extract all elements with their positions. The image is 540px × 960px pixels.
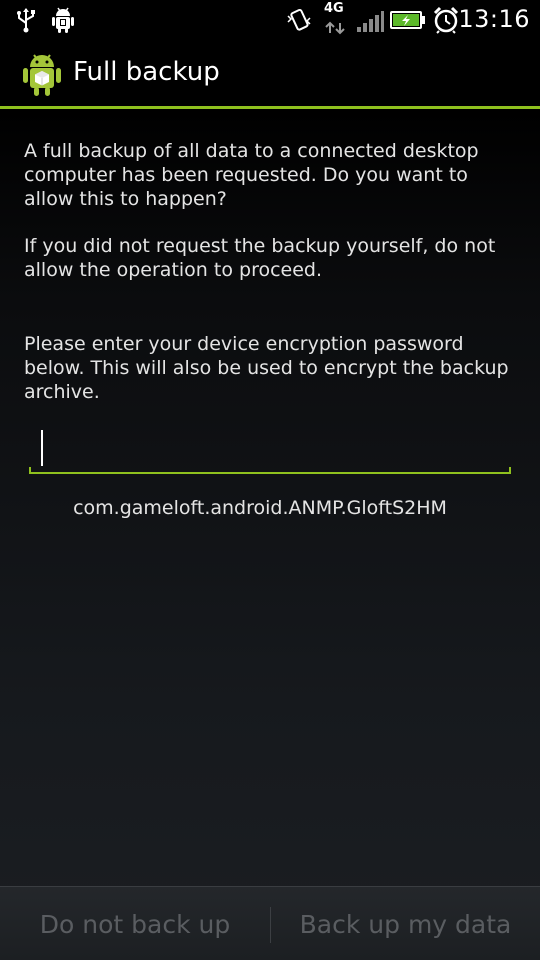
do-not-back-up-button[interactable]: Do not back up xyxy=(0,887,270,960)
android-backup-icon xyxy=(23,54,61,96)
package-name: com.gameloft.android.ANMP.GloftS2HM xyxy=(73,497,447,519)
encryption-password-instructions: Please enter your device encryption pass… xyxy=(24,333,509,403)
battery-charging-icon xyxy=(390,11,425,29)
encryption-password-field[interactable] xyxy=(29,424,511,474)
signal-icon xyxy=(357,11,384,32)
button-bar: Do not back up Back up my data xyxy=(0,886,540,960)
warning-message: If you did not request the backup yourse… xyxy=(24,235,496,281)
title-divider xyxy=(0,106,540,109)
full-backup-screen: 4G 13:16 Full backup A full backup of al… xyxy=(0,0,540,960)
dialog-title-bar: Full backup xyxy=(0,40,540,106)
dialog-title: Full backup xyxy=(73,57,220,87)
field-underline-tick-right xyxy=(509,467,511,474)
text-cursor xyxy=(41,430,43,466)
clock-time: 13:16 xyxy=(458,5,530,33)
alarm-icon xyxy=(433,6,459,34)
status-bar: 4G 13:16 xyxy=(0,0,540,40)
android-debug-icon xyxy=(52,7,74,33)
vibrate-icon xyxy=(287,8,311,31)
network-4g-icon: 4G xyxy=(323,1,351,37)
backup-request-message: A full backup of all data to a connected… xyxy=(24,140,479,210)
field-underline xyxy=(29,472,511,474)
back-up-my-data-button[interactable]: Back up my data xyxy=(271,887,540,960)
field-underline-tick-left xyxy=(29,467,31,474)
usb-icon xyxy=(17,8,35,33)
